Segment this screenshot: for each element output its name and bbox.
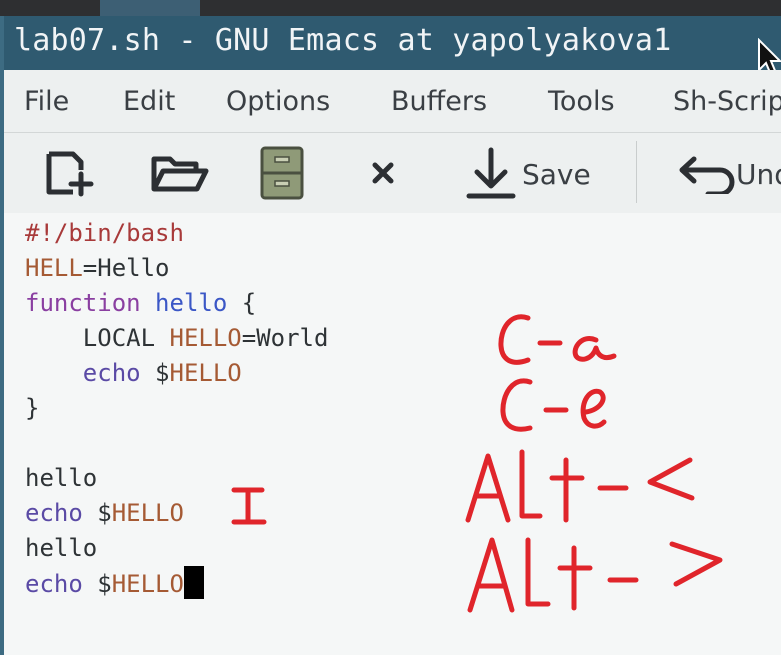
save-download-icon	[466, 147, 516, 199]
undo-label: Undo	[736, 157, 781, 191]
menu-buffers[interactable]: Buffers	[391, 86, 487, 117]
file-cabinet-icon	[260, 146, 304, 200]
save-button[interactable]: Save	[464, 145, 604, 203]
variable-name: HELL	[25, 254, 83, 282]
assignment-text: =World	[241, 324, 329, 352]
variable-ref: HELLO	[111, 499, 184, 527]
undo-icon	[679, 156, 735, 194]
desktop-top-strip	[0, 0, 781, 16]
text-cursor	[183, 566, 204, 599]
variable-name: HELLO	[169, 324, 242, 352]
dollar-sign: $	[140, 359, 170, 387]
open-brace: {	[227, 289, 257, 317]
menu-edit[interactable]: Edit	[123, 86, 175, 117]
function-keyword: function	[25, 289, 141, 317]
folder-open-icon	[151, 156, 209, 192]
emacs-window: lab07.sh - GNU Emacs at yapolyakova1 Fil…	[0, 16, 781, 655]
dollar-sign: $	[82, 570, 112, 598]
shebang-line: #!/bin/bash	[25, 219, 184, 247]
editor-buffer[interactable]: #!/bin/bash HELL=Hello function hello { …	[4, 213, 781, 655]
dollar-sign: $	[82, 499, 112, 527]
function-name: hello	[155, 289, 228, 317]
close-icon	[372, 162, 394, 184]
echo-builtin: echo	[25, 499, 83, 527]
toolbar-separator	[636, 141, 637, 203]
echo-builtin: echo	[25, 570, 83, 598]
dired-button[interactable]	[254, 143, 310, 203]
close-buffer-button[interactable]	[360, 151, 406, 195]
code-text: #!/bin/bash HELL=Hello function hello { …	[25, 216, 328, 602]
variable-ref: HELLO	[111, 570, 184, 598]
mouse-pointer-icon	[758, 38, 781, 70]
title-bar[interactable]: lab07.sh - GNU Emacs at yapolyakova1	[4, 16, 781, 70]
menu-sh-script[interactable]: Sh-Script	[673, 86, 781, 117]
function-call: hello	[25, 464, 98, 492]
menu-file[interactable]: File	[24, 86, 69, 117]
variable-ref: HELLO	[169, 359, 242, 387]
menu-tools[interactable]: Tools	[548, 86, 615, 117]
open-file-button[interactable]	[146, 147, 212, 199]
assignment-text: =Hello	[82, 254, 170, 282]
desktop-tab[interactable]	[100, 0, 200, 16]
undo-button[interactable]: Undo	[678, 151, 781, 197]
local-text: LOCAL	[82, 324, 170, 352]
echo-builtin: echo	[82, 359, 141, 387]
menu-bar: File Edit Options Buffers Tools Sh-Scrip…	[4, 70, 781, 133]
new-file-button[interactable]	[40, 147, 102, 199]
save-label: Save	[522, 157, 591, 191]
menu-options[interactable]: Options	[226, 86, 330, 117]
new-file-icon	[46, 151, 94, 197]
window-title: lab07.sh - GNU Emacs at yapolyakova1	[14, 23, 672, 58]
function-call: hello	[25, 534, 98, 562]
close-brace: }	[25, 394, 40, 422]
toolbar: Save Undo	[4, 133, 781, 213]
